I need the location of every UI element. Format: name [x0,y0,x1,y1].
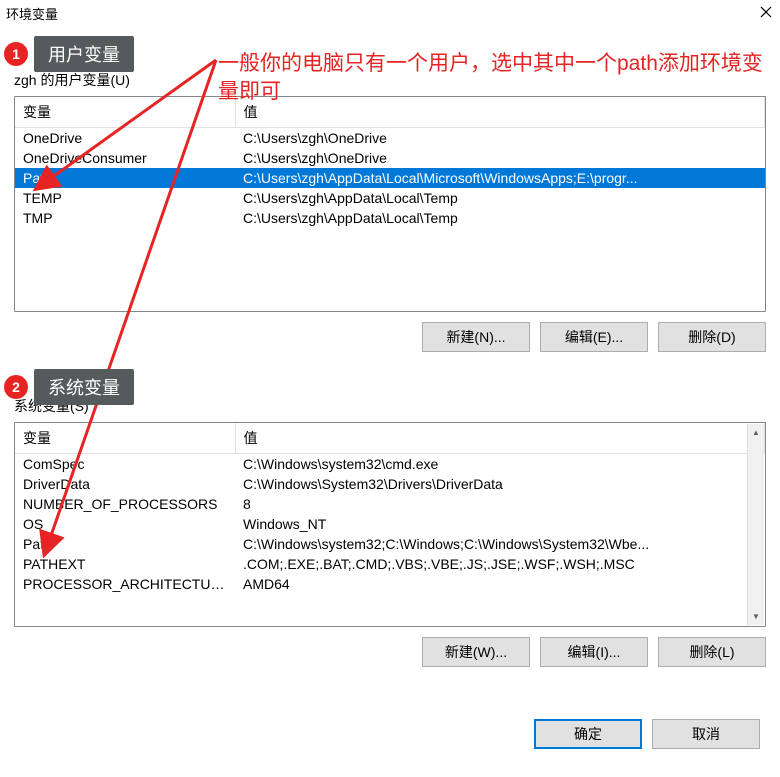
annotation-text: 一般你的电脑只有一个用户，选中其中一个path添加环境变量即可 [218,50,780,106]
cell-variable: OS [15,514,235,534]
system-vars-buttons: 新建(W)... 编辑(I)... 删除(L) [14,637,766,667]
cell-value: C:\Windows\system32;C:\Windows;C:\Window… [235,534,765,554]
annotation-badge-2: 2 系统变量 [4,369,134,405]
system-scrollbar[interactable]: ▲ ▼ [747,424,764,625]
cell-variable: NUMBER_OF_PROCESSORS [15,494,235,514]
table-row[interactable]: OneDriveC:\Users\zgh\OneDrive [15,128,765,149]
cell-value: C:\Windows\System32\Drivers\DriverData [235,474,765,494]
table-row[interactable]: PATHEXT.COM;.EXE;.BAT;.CMD;.VBS;.VBE;.JS… [15,554,765,574]
cell-value: C:\Users\zgh\AppData\Local\Temp [235,208,765,228]
titlebar: 环境变量 [0,0,780,26]
cell-value: C:\Users\zgh\OneDrive [235,148,765,168]
system-col-value[interactable]: 值 [235,423,765,454]
table-row[interactable]: TEMPC:\Users\zgh\AppData\Local\Temp [15,188,765,208]
cell-variable: TMP [15,208,235,228]
cell-variable: TEMP [15,188,235,208]
badge-label-user-vars: 用户变量 [34,36,134,72]
system-edit-button[interactable]: 编辑(I)... [540,637,648,667]
table-row[interactable]: ComSpecC:\Windows\system32\cmd.exe [15,454,765,475]
annotation-badge-1: 1 用户变量 [4,36,134,72]
user-new-button[interactable]: 新建(N)... [422,322,530,352]
cancel-button[interactable]: 取消 [652,719,760,749]
system-delete-button[interactable]: 删除(L) [658,637,766,667]
table-row[interactable]: NUMBER_OF_PROCESSORS8 [15,494,765,514]
scroll-up-icon[interactable]: ▲ [748,424,764,441]
cell-variable: DriverData [15,474,235,494]
cell-value: Windows_NT [235,514,765,534]
table-row[interactable]: DriverDataC:\Windows\System32\Drivers\Dr… [15,474,765,494]
table-row[interactable]: PathC:\Users\zgh\AppData\Local\Microsoft… [15,168,765,188]
cell-variable: OneDrive [15,128,235,149]
dialog-footer: 确定 取消 [534,719,760,749]
cell-value: C:\Users\zgh\OneDrive [235,128,765,149]
table-row[interactable]: TMPC:\Users\zgh\AppData\Local\Temp [15,208,765,228]
user-vars-buttons: 新建(N)... 编辑(E)... 删除(D) [14,322,766,352]
user-vars-table[interactable]: 变量 值 OneDriveC:\Users\zgh\OneDriveOneDri… [14,96,766,312]
cell-value: C:\Users\zgh\AppData\Local\Temp [235,188,765,208]
cell-variable: PATHEXT [15,554,235,574]
cell-variable: Path [15,168,235,188]
cell-variable: ComSpec [15,454,235,475]
badge-number-2: 2 [4,375,28,399]
system-new-button[interactable]: 新建(W)... [422,637,530,667]
cell-variable: Path [15,534,235,554]
system-col-variable[interactable]: 变量 [15,423,235,454]
scroll-down-icon[interactable]: ▼ [748,608,764,625]
table-row[interactable]: OneDriveConsumerC:\Users\zgh\OneDrive [15,148,765,168]
cell-value: .COM;.EXE;.BAT;.CMD;.VBS;.VBE;.JS;.JSE;.… [235,554,765,574]
badge-label-system-vars: 系统变量 [34,369,134,405]
user-delete-button[interactable]: 删除(D) [658,322,766,352]
user-edit-button[interactable]: 编辑(E)... [540,322,648,352]
close-icon[interactable] [760,6,774,20]
window-title: 环境变量 [6,4,760,23]
table-row[interactable]: OSWindows_NT [15,514,765,534]
table-row[interactable]: PathC:\Windows\system32;C:\Windows;C:\Wi… [15,534,765,554]
cell-variable: OneDriveConsumer [15,148,235,168]
ok-button[interactable]: 确定 [534,719,642,749]
badge-number-1: 1 [4,42,28,66]
cell-value: C:\Users\zgh\AppData\Local\Microsoft\Win… [235,168,765,188]
cell-value: 8 [235,494,765,514]
cell-variable: PROCESSOR_ARCHITECTURE [15,574,235,594]
user-col-variable[interactable]: 变量 [15,97,235,128]
cell-value: C:\Windows\system32\cmd.exe [235,454,765,475]
system-vars-table[interactable]: 变量 值 ComSpecC:\Windows\system32\cmd.exeD… [14,422,766,627]
table-row[interactable]: PROCESSOR_ARCHITECTUREAMD64 [15,574,765,594]
cell-value: AMD64 [235,574,765,594]
